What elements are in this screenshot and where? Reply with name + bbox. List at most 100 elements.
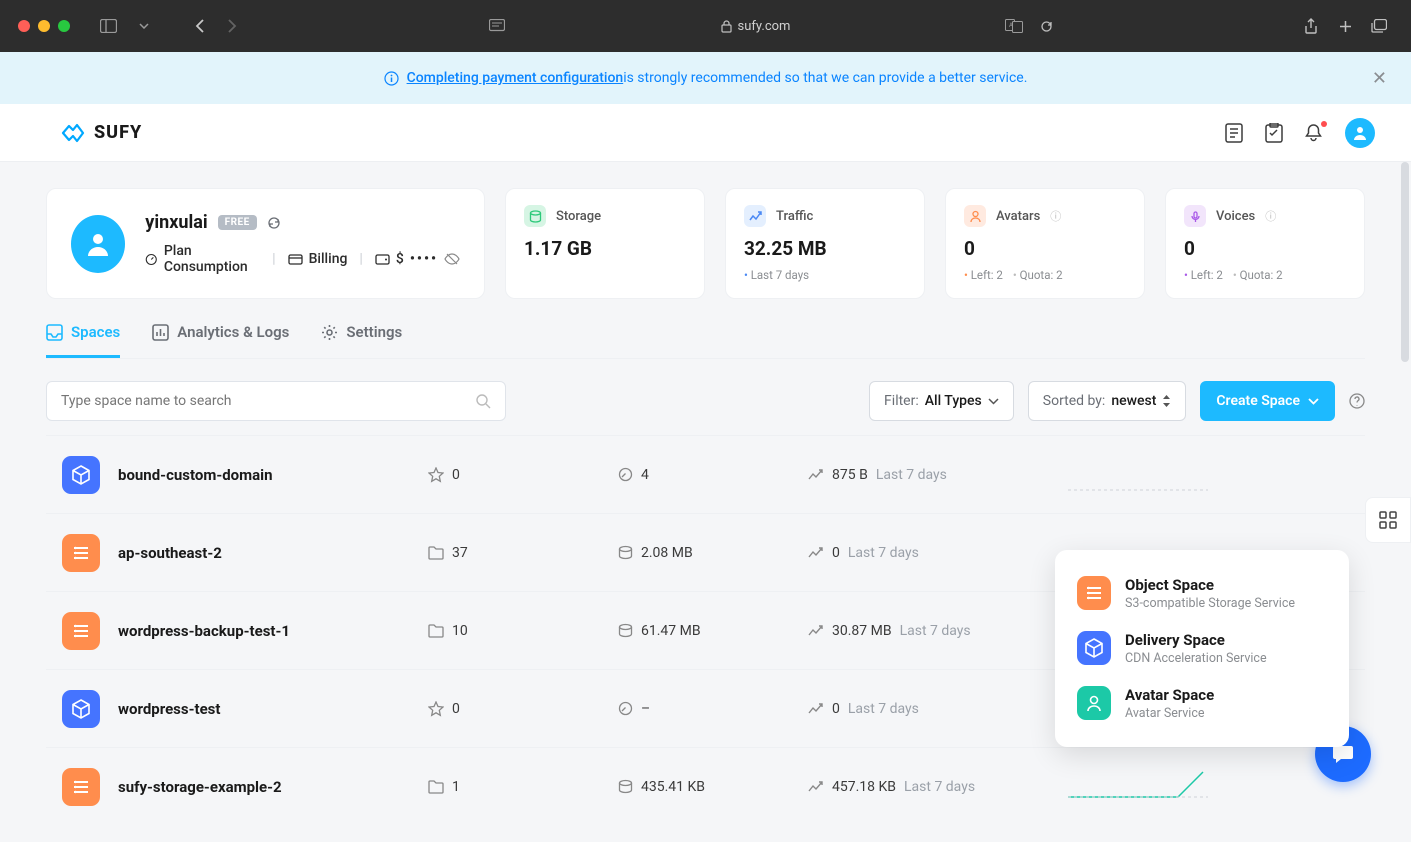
menu-item-delivery-space[interactable]: Delivery SpaceCDN Acceleration Service: [1071, 621, 1333, 676]
trend-icon: [808, 781, 824, 793]
gauge-icon: [618, 467, 633, 482]
logo[interactable]: SUFY: [60, 122, 142, 144]
create-space-button[interactable]: Create Space: [1200, 381, 1335, 421]
help-icon[interactable]: [1349, 393, 1365, 409]
folder-icon: [428, 780, 444, 794]
maximize-window[interactable]: [58, 20, 70, 32]
avatar-button[interactable]: [1345, 118, 1375, 148]
create-space-dropdown: Object SpaceS3-compatible Storage Servic…: [1055, 550, 1349, 747]
chevron-down-icon[interactable]: [130, 12, 158, 40]
trend-icon: [808, 625, 824, 637]
object-space-icon: [62, 768, 100, 806]
stat-storage[interactable]: Storage 1.17 GB: [505, 188, 705, 299]
traffic-icon: [744, 205, 766, 227]
format-icon[interactable]: [483, 12, 511, 40]
logo-mark-icon: [60, 122, 86, 144]
delivery-space-icon: [62, 690, 100, 728]
share-icon[interactable]: [1297, 12, 1325, 40]
space-files: 37: [428, 545, 618, 561]
user-card: yinxulai FREE Plan Consumption | Billing: [46, 188, 485, 299]
new-tab-icon[interactable]: [1331, 12, 1359, 40]
filter-select[interactable]: Filter: All Types: [869, 381, 1014, 421]
toolbar: Filter: All Types Sorted by: newest Crea…: [46, 381, 1365, 421]
tab-spaces[interactable]: Spaces: [46, 323, 120, 358]
card-icon: [288, 252, 303, 267]
banner: Completing payment configuration is stro…: [0, 52, 1411, 104]
tab-analytics[interactable]: Analytics & Logs: [152, 323, 289, 358]
notification-dot: [1321, 121, 1327, 127]
search-icon: [476, 394, 491, 409]
voices-icon: [1184, 205, 1206, 227]
search-input[interactable]: [61, 393, 476, 409]
nav-back-icon[interactable]: [186, 12, 214, 40]
trend-icon: [808, 547, 824, 559]
menu-item-avatar-space[interactable]: Avatar SpaceAvatar Service: [1071, 676, 1333, 731]
inbox-icon: [46, 324, 63, 341]
close-icon[interactable]: ✕: [1372, 68, 1387, 89]
search-box[interactable]: [46, 381, 506, 421]
voices-value: 0: [1184, 237, 1346, 260]
star-icon: [428, 701, 444, 717]
user-name: yinxulai: [145, 212, 207, 233]
tabs-icon[interactable]: [1365, 12, 1393, 40]
eye-off-icon[interactable]: [444, 253, 460, 265]
balance-display[interactable]: $ ••••: [375, 251, 460, 267]
app-header: SUFY: [0, 104, 1411, 162]
window-controls: [18, 20, 70, 32]
billing-link[interactable]: Billing: [288, 251, 348, 267]
menu-item-title: Object Space: [1125, 576, 1295, 594]
url-text: sufy.com: [738, 19, 791, 34]
minimize-window[interactable]: [38, 20, 50, 32]
info-icon[interactable]: ⓘ: [1050, 208, 1061, 224]
space-name: wordpress-test: [118, 700, 428, 718]
nav-forward-icon[interactable]: [218, 12, 246, 40]
object-space-icon: [62, 534, 100, 572]
stat-avatars[interactable]: Avatars ⓘ 0 Left: 2 Quota: 2: [945, 188, 1145, 299]
url-bar[interactable]: sufy.com: [721, 19, 791, 34]
space-files: 0: [428, 467, 618, 483]
tasks-icon[interactable]: [1265, 123, 1285, 143]
bell-icon[interactable]: [1305, 123, 1325, 143]
space-name: ap-southeast-2: [118, 544, 428, 562]
docs-icon[interactable]: [1225, 123, 1245, 143]
info-icon[interactable]: ⓘ: [1265, 208, 1276, 224]
space-size: 4: [618, 467, 808, 483]
chart-icon: [152, 324, 169, 341]
stat-voices[interactable]: Voices ⓘ 0 Left: 2 Quota: 2: [1165, 188, 1365, 299]
space-traffic: 0 Last 7 days: [808, 545, 1068, 561]
reload-icon[interactable]: [1032, 12, 1060, 40]
sidebar-toggle-icon[interactable]: [94, 12, 122, 40]
tab-settings[interactable]: Settings: [321, 323, 402, 358]
delivery-space-icon: [62, 456, 100, 494]
stat-traffic[interactable]: Traffic 32.25 MB Last 7 days: [725, 188, 925, 299]
trend-icon: [808, 703, 824, 715]
space-size: –: [618, 701, 808, 717]
close-window[interactable]: [18, 20, 30, 32]
cards-row: yinxulai FREE Plan Consumption | Billing: [46, 188, 1365, 299]
space-files: 1: [428, 779, 618, 795]
apps-grid-button[interactable]: [1365, 497, 1411, 543]
scrollbar-thumb[interactable]: [1401, 162, 1409, 362]
logo-text: SUFY: [94, 122, 142, 143]
menu-item-object-space[interactable]: Object SpaceS3-compatible Storage Servic…: [1071, 566, 1333, 621]
space-files: 10: [428, 623, 618, 639]
menu-item-icon: [1077, 631, 1111, 665]
star-icon: [428, 467, 444, 483]
space-row[interactable]: sufy-storage-example-21435.41 KB457.18 K…: [46, 747, 1365, 825]
folder-icon: [428, 546, 444, 560]
sort-select[interactable]: Sorted by: newest: [1028, 381, 1187, 421]
gauge-icon: [145, 252, 158, 267]
storage-value: 1.17 GB: [524, 237, 686, 260]
space-size: 2.08 MB: [618, 545, 808, 561]
space-traffic: 30.87 MB Last 7 days: [808, 623, 1068, 639]
plan-consumption-link[interactable]: Plan Consumption: [145, 243, 260, 275]
banner-link[interactable]: Completing payment configuration: [407, 70, 624, 86]
translate-icon[interactable]: A: [1000, 12, 1028, 40]
refresh-icon[interactable]: [267, 216, 281, 230]
svg-text:A: A: [1009, 22, 1013, 29]
traffic-value: 32.25 MB: [744, 237, 906, 260]
disk-icon: [618, 623, 633, 638]
info-icon: [384, 71, 399, 86]
avatars-icon: [964, 205, 986, 227]
space-row[interactable]: bound-custom-domain04875 B Last 7 days: [46, 435, 1365, 513]
